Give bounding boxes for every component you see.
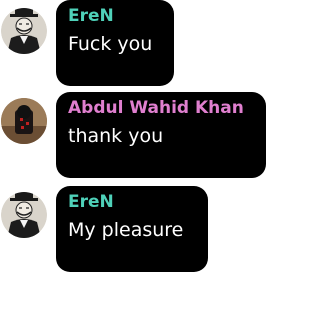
message-bubble: EreN My pleasure: [56, 186, 208, 272]
gentleman-hat-avatar-icon: [1, 192, 47, 238]
gentleman-hat-avatar-icon: [1, 8, 47, 54]
avatar[interactable]: [1, 192, 47, 238]
message-text: My pleasure: [68, 219, 184, 241]
message-item[interactable]: EreN My pleasure: [0, 184, 268, 274]
message-bubble: Abdul Wahid Khan thank you: [56, 92, 266, 178]
message-bubble: EreN Fuck you: [56, 0, 174, 86]
chat-thread: EreN Fuck you Abdul Wahid Khan thank you: [0, 0, 268, 320]
message-author[interactable]: Abdul Wahid Khan: [68, 98, 254, 118]
message-item[interactable]: Abdul Wahid Khan thank you: [0, 92, 268, 182]
avatar[interactable]: [1, 98, 47, 144]
message-text: thank you: [68, 125, 164, 147]
message-author[interactable]: EreN: [68, 6, 162, 26]
avatar[interactable]: [1, 8, 47, 54]
message-item[interactable]: EreN Fuck you: [0, 0, 268, 92]
message-text: Fuck you: [68, 33, 153, 55]
dark-figure-avatar-icon: [1, 98, 47, 144]
message-author[interactable]: EreN: [68, 192, 196, 212]
